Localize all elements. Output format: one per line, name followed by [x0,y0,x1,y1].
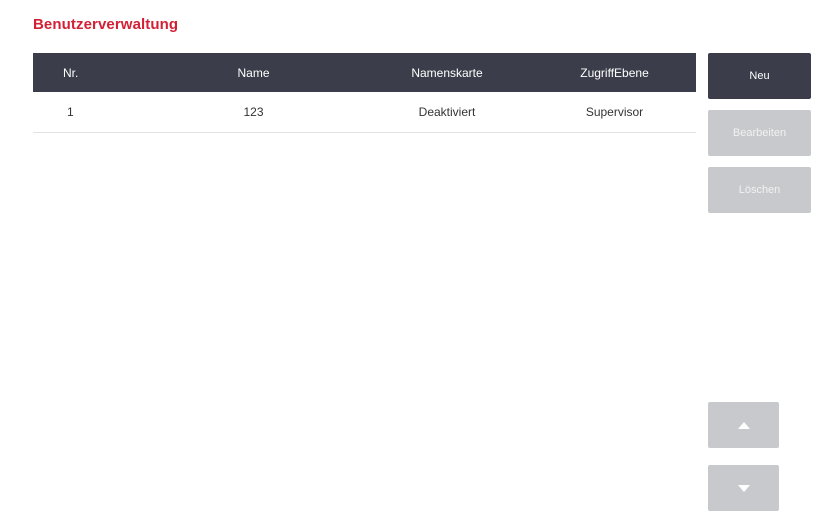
page-title: Benutzerverwaltung [33,16,179,33]
cell-nr: 1 [67,105,74,119]
edit-button[interactable]: Bearbeiten [708,110,811,156]
column-header-name-card[interactable]: Namenskarte [361,66,533,80]
cell-name-card: Deaktiviert [418,105,476,119]
scroll-down-button[interactable] [708,465,779,511]
cell-name: 123 [243,105,264,119]
new-button[interactable]: Neu [708,53,811,99]
user-table: Nr. Name Namenskarte ZugriffEbene 1 123 … [33,53,696,133]
cell-access-level: Supervisor [585,105,644,119]
column-header-nr[interactable]: Nr. [33,66,146,80]
table-row[interactable]: 1 123 Deaktiviert Supervisor [33,92,696,133]
table-header: Nr. Name Namenskarte ZugriffEbene [33,53,696,92]
column-header-access-level[interactable]: ZugriffEbene [533,66,696,80]
triangle-down-icon [737,484,750,492]
scroll-up-button[interactable] [708,402,779,448]
column-header-name[interactable]: Name [146,66,361,80]
triangle-up-icon [737,421,750,429]
delete-button[interactable]: Löschen [708,167,811,213]
